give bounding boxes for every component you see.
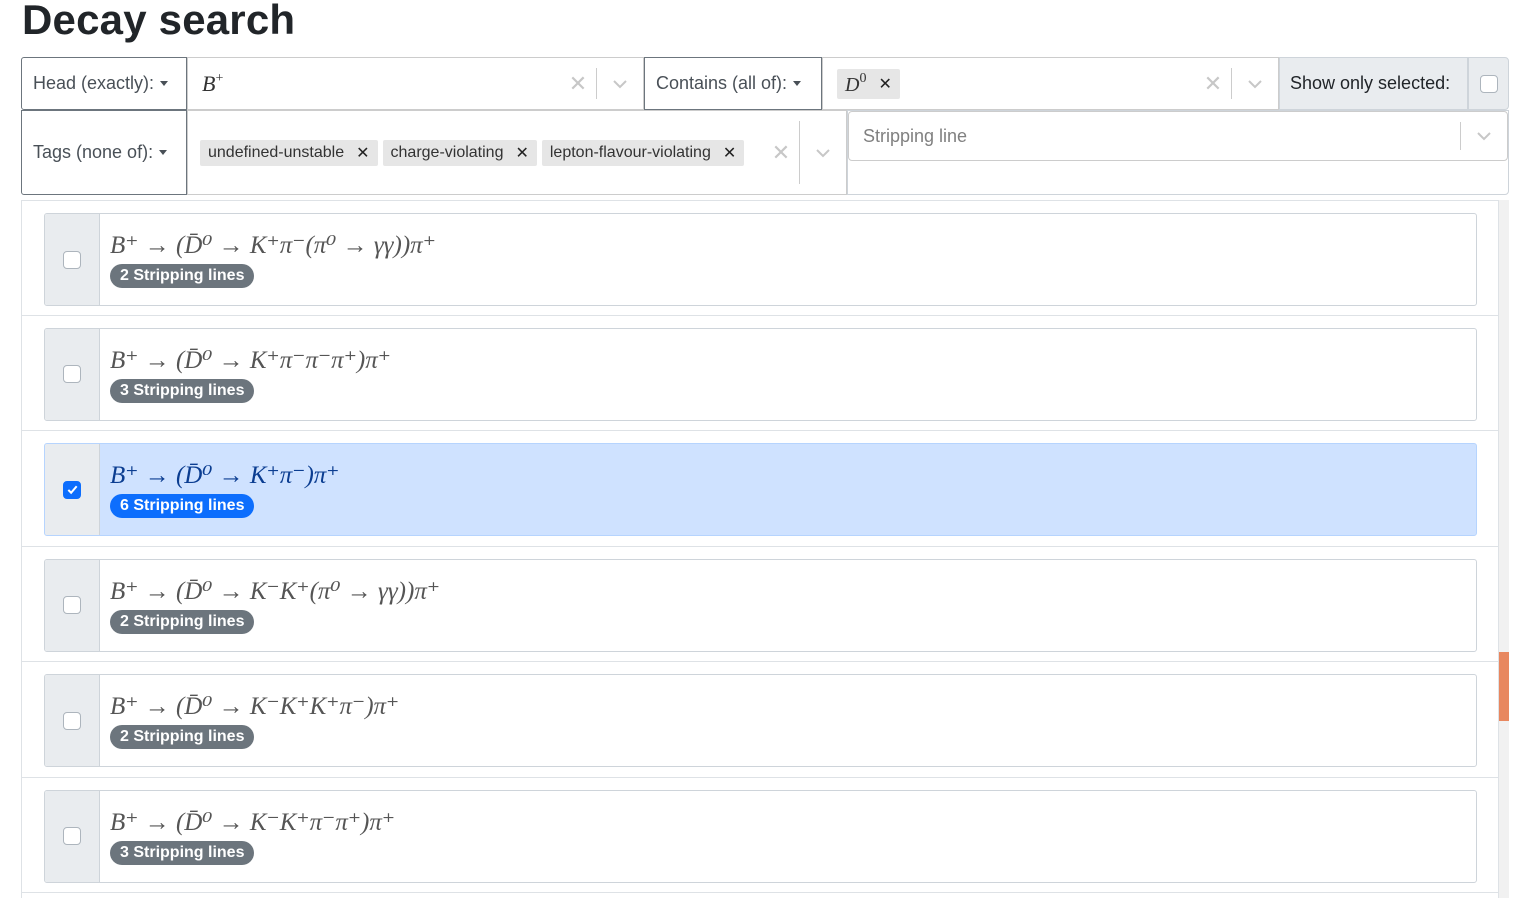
decay-row: B⁺ → (D̄⁰ → K⁻K⁺K⁺π⁻)π⁺ 2 Stripping lines [22, 662, 1498, 778]
show-only-selected-toggle[interactable] [1468, 57, 1509, 110]
stripping-lines-badge[interactable]: 2 Stripping lines [110, 609, 255, 634]
decay-card[interactable]: B⁺ → (D̄⁰ → K⁻K⁺K⁺π⁻)π⁺ 2 Stripping lines [44, 674, 1477, 767]
decay-expression: B⁺ → (D̄⁰ → K⁺π⁻(π⁰ → γγ))π⁺ [110, 232, 436, 259]
scrollbar-thumb[interactable] [1499, 652, 1509, 721]
head-select[interactable]: B+ ✕ [187, 57, 644, 110]
decay-row: B⁺ → (D̄⁰ → K⁻K⁺(π⁰ → γγ))π⁺ 2 Stripping … [22, 547, 1498, 662]
clear-icon[interactable]: ✕ [763, 141, 799, 164]
head-mode-dropdown[interactable]: Head (exactly): [21, 57, 187, 110]
contains-select[interactable]: D0 ✕ ✕ [822, 57, 1279, 110]
decay-card[interactable]: B⁺ → (D̄⁰ → K⁻K⁺(π⁰ → γγ))π⁺ 2 Stripping … [44, 558, 1477, 652]
decay-card[interactable]: B⁺ → (D̄⁰ → K⁺π⁻)π⁺ 6 Stripping lines [44, 443, 1477, 536]
decay-row: B⁺ → (D̄⁰ → K⁺π⁻(π⁰ → γγ))π⁺ 2 Stripping … [22, 200, 1498, 316]
caret-down-icon [793, 81, 802, 86]
decay-expression: B⁺ → (D̄⁰ → K⁻K⁺(π⁰ → γγ))π⁺ [110, 577, 441, 605]
decay-row: B⁺ → (D̄⁰ → K⁺π⁻)π⁺ 6 Stripping lines [22, 431, 1498, 547]
decay-select-cell[interactable] [45, 790, 100, 882]
decay-card[interactable]: B⁺ → (D̄⁰ → K⁺π⁻π⁻π⁺)π⁺ 3 Stripping lines [44, 327, 1477, 421]
show-only-selected-label: Show only selected: [1279, 57, 1468, 110]
chevron-down-icon[interactable] [597, 58, 643, 109]
tag-chip-undefined-unstable: undefined-unstable ✕ [200, 139, 378, 166]
tags-select[interactable]: undefined-unstable ✕ charge-violating ✕ le… [187, 110, 847, 195]
stripping-lines-badge[interactable]: 6 Stripping lines [110, 494, 255, 518]
decay-checkbox[interactable] [63, 480, 81, 499]
stripping-lines-badge[interactable]: 3 Stripping lines [110, 378, 255, 403]
head-filter-group: Head (exactly): B+ ✕ Contains (all of): … [21, 57, 1509, 110]
decay-select-cell[interactable] [45, 675, 100, 766]
head-value: B+ [202, 70, 224, 96]
stripping-line-placeholder: Stripping line [863, 125, 968, 146]
decay-row: B⁺ → (D̄⁰ → K⁺π⁻π⁻π⁺)π⁺ 3 Stripping lines [22, 316, 1498, 431]
tags-mode-dropdown[interactable]: Tags (none of): [21, 110, 187, 195]
decay-expression: B⁺ → (D̄⁰ → K⁺π⁻π⁻π⁺)π⁺ [110, 346, 391, 374]
clear-icon[interactable]: ✕ [560, 72, 596, 95]
decay-select-cell[interactable] [45, 444, 100, 535]
stripping-lines-badge[interactable]: 2 Stripping lines [110, 725, 255, 749]
remove-chip-icon[interactable]: ✕ [866, 74, 899, 94]
decay-checkbox[interactable] [63, 596, 81, 614]
chevron-down-icon[interactable] [1232, 58, 1278, 109]
decay-checkbox[interactable] [63, 827, 81, 845]
tags-mode-label: Tags (none of): [33, 142, 154, 162]
clear-icon[interactable]: ✕ [1195, 72, 1231, 95]
check-icon [67, 485, 77, 495]
decay-expression: B⁺ → (D̄⁰ → K⁺π⁻)π⁺ [110, 462, 340, 489]
stripping-lines-badge[interactable]: 3 Stripping lines [110, 840, 255, 865]
stripping-lines-badge[interactable]: 2 Stripping lines [110, 264, 255, 288]
caret-down-icon [159, 150, 168, 155]
chevron-down-icon[interactable] [800, 111, 846, 194]
remove-chip-icon[interactable]: ✕ [711, 143, 744, 163]
decay-expression: B⁺ → (D̄⁰ → K⁻K⁺K⁺π⁻)π⁺ [110, 693, 400, 720]
decay-list: B⁺ → (D̄⁰ → K⁺π⁻(π⁰ → γγ))π⁺ 2 Stripping … [21, 200, 1499, 898]
decay-checkbox[interactable] [63, 711, 81, 730]
contains-chip: D0 ✕ [837, 68, 900, 99]
decay-checkbox[interactable] [63, 365, 81, 383]
stripping-line-select[interactable]: Stripping line [848, 111, 1508, 161]
decay-checkbox[interactable] [63, 250, 81, 269]
decay-card[interactable]: B⁺ → (D̄⁰ → K⁺π⁻(π⁰ → γγ))π⁺ 2 Stripping … [44, 213, 1477, 306]
remove-chip-icon[interactable]: ✕ [503, 143, 536, 163]
decay-card[interactable]: B⁺ → (D̄⁰ → K⁻K⁺π⁻π⁺)π⁺ 3 Stripping lines [44, 789, 1477, 883]
list-scrollbar[interactable] [1499, 200, 1509, 898]
head-mode-label: Head (exactly): [33, 73, 155, 93]
tag-chip-charge-violating: charge-violating ✕ [382, 139, 537, 166]
chevron-down-icon[interactable] [1461, 112, 1507, 160]
decay-select-cell[interactable] [45, 328, 100, 420]
contains-mode-dropdown[interactable]: Contains (all of): [644, 57, 822, 110]
caret-down-icon [160, 81, 169, 86]
page-title: Decay search [22, 0, 296, 43]
stripping-line-container: Stripping line [847, 110, 1509, 195]
decay-expression: B⁺ → (D̄⁰ → K⁻K⁺π⁻π⁺)π⁺ [110, 808, 396, 836]
remove-chip-icon[interactable]: ✕ [344, 143, 377, 163]
decay-select-cell[interactable] [45, 559, 100, 651]
decay-row: B⁺ → (D̄⁰ → K⁻K⁺π⁻π⁺)π⁺ 3 Stripping lines [22, 778, 1498, 893]
tag-chip-lepton-flavour-violating: lepton-flavour-violating ✕ [541, 139, 745, 166]
contains-mode-label: Contains (all of): [656, 73, 788, 93]
decay-select-cell[interactable] [45, 214, 100, 305]
show-only-selected-checkbox[interactable] [1479, 74, 1498, 93]
tags-filter-group: Tags (none of): undefined-unstable ✕ char… [21, 110, 1509, 195]
